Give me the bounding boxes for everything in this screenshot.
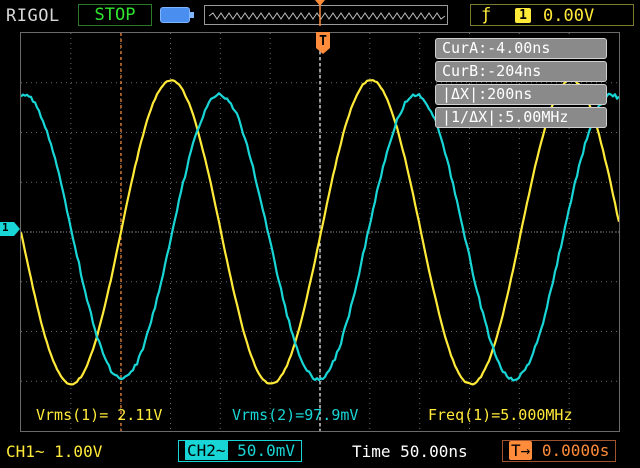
trigger-source-badge: 1 <box>515 8 531 23</box>
vrms-ch1-measurement: Vrms(1)= 2.11V <box>36 406 163 424</box>
channel-marker-label: 1 <box>2 221 9 234</box>
cursor-b-readout: CurB:-204ns <box>435 61 607 82</box>
cursor-readout-panel: CurA:-4.00ns CurB:-204ns |ΔX|:200ns |1/Δ… <box>435 38 607 130</box>
ch2-vertical-scale[interactable]: CH2~ 50.0mV <box>178 440 302 462</box>
brand-logo: RIGOL <box>6 6 60 26</box>
top-status-bar: RIGOL STOP ƒ 1 0.00V <box>0 0 640 32</box>
run-stop-indicator[interactable]: STOP <box>78 4 152 26</box>
trigger-status-box[interactable]: ƒ 1 0.00V <box>470 4 634 26</box>
freq-ch1-measurement: Freq(1)=5.000MHz <box>428 406 573 424</box>
vrms-ch2-measurement: Vrms(2)=97.9mV <box>232 406 359 424</box>
battery-icon <box>160 7 194 23</box>
memory-waveform-preview <box>208 12 446 20</box>
trigger-marker-label: T <box>319 34 327 49</box>
delta-x-readout: |ΔX|:200ns <box>435 84 607 105</box>
channel-ground-marker[interactable]: 1 <box>0 222 20 236</box>
ch1-vertical-scale[interactable]: CH1~ 1.00V <box>6 442 102 461</box>
memory-position-marker-icon[interactable] <box>314 0 326 26</box>
trigger-level: 0.00V <box>543 6 595 26</box>
bottom-status-bar: CH1~ 1.00V CH2~ 50.0mV Time 50.00ns T→ 0… <box>0 436 640 468</box>
ch2-scale-value: 50.0mV <box>237 441 295 460</box>
trigger-offset-value: 0.0000s <box>541 441 610 460</box>
cursor-a-readout: CurA:-4.00ns <box>435 38 607 59</box>
memory-position-bar <box>204 5 448 25</box>
ch2-tag: CH2~ <box>185 441 228 460</box>
timebase-readout[interactable]: Time 50.00ns <box>352 442 468 461</box>
rising-edge-icon: ƒ <box>481 5 492 25</box>
trigger-offset-icon: T→ <box>509 441 533 460</box>
inverse-delta-x-readout: |1/ΔX|:5.00MHz <box>435 107 607 128</box>
trigger-offset-readout[interactable]: T→ 0.0000s <box>502 440 617 462</box>
trigger-position-marker-icon[interactable]: T <box>316 32 330 54</box>
